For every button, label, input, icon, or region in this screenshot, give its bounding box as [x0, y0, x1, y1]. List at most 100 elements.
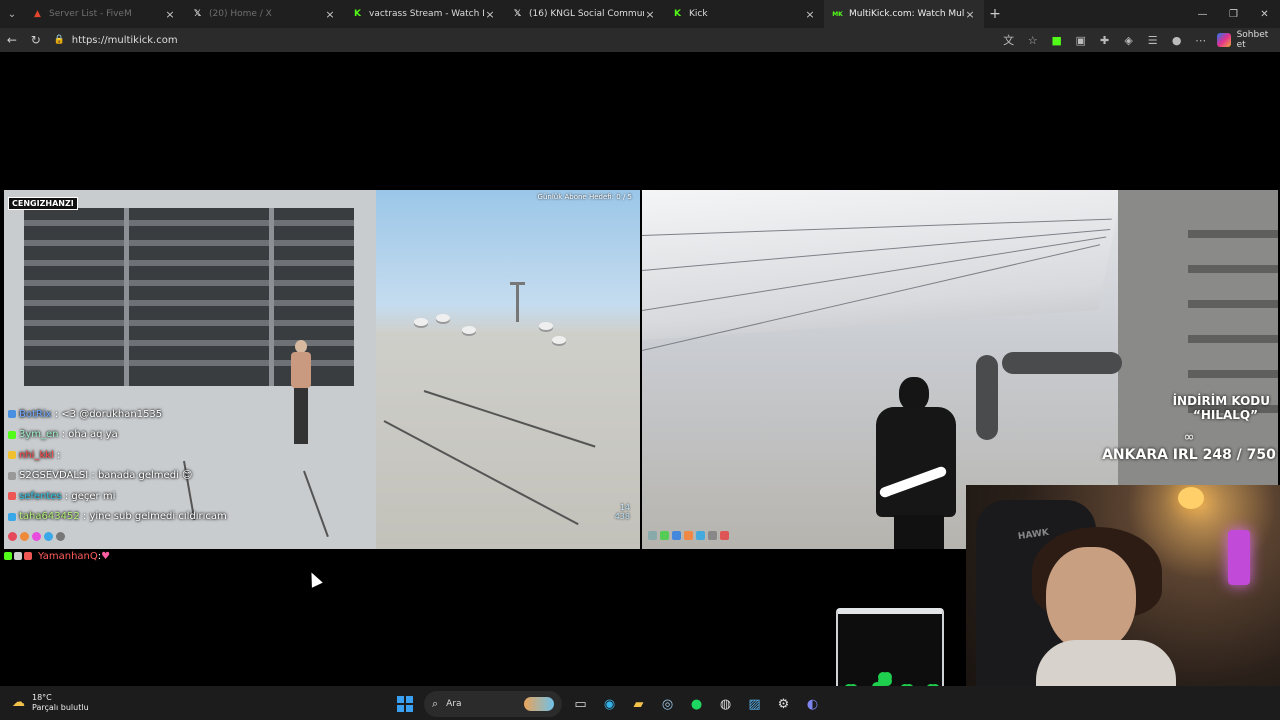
weather-condition: Parçalı bulutlu [32, 703, 89, 712]
x-icon: 𝕏 [513, 9, 522, 19]
partly-cloudy-icon: ☁ [12, 695, 25, 710]
tab-title: Kick [689, 9, 708, 19]
chat-separator: : [79, 511, 90, 523]
tab-close-icon[interactable]: × [644, 8, 656, 21]
address-url: https://multikick.com [71, 34, 178, 46]
new-tab-button[interactable]: + [984, 6, 1006, 22]
streamer-body [1036, 640, 1176, 686]
chat-message: nhi_kkl : [8, 445, 388, 466]
more-options-icon[interactable]: ⋯ [1189, 28, 1213, 52]
chat-badge-icon [8, 451, 16, 460]
weather-widget[interactable]: ☁ 18°C Parçalı bulutlu [12, 693, 89, 713]
search-placeholder: Ara [446, 699, 462, 709]
chat-username: taha643452 [19, 511, 80, 523]
back-button[interactable]: ← [0, 28, 24, 52]
tab-title: Server List - FiveM [49, 9, 132, 19]
tab-close-icon[interactable]: × [164, 8, 176, 21]
search-icon: ⌕ [432, 697, 439, 710]
stream-player-left[interactable]: CENGIZHANZI Günlük Abone Hedefi: 0 / 5 B… [4, 190, 640, 549]
browser-tab[interactable]: ▲ Server List - FiveM × [24, 0, 184, 28]
task-view-icon[interactable]: ▭ [566, 690, 595, 718]
refresh-button[interactable]: ↻ [24, 28, 48, 52]
browser-tab-strip: ⌄ ▲ Server List - FiveM × 𝕏 (20) Home / X × Kv… [0, 0, 1280, 28]
start-button[interactable] [394, 693, 416, 715]
search-highlight-icon [524, 697, 554, 711]
extensions-puzzle-icon[interactable]: ✚ [1093, 28, 1117, 52]
minimize-icon[interactable]: — [1187, 0, 1218, 28]
antenna-pole [516, 282, 519, 322]
chat-text: <3 @dorukhan1535 [61, 408, 163, 420]
chat-badge-icon [4, 552, 12, 560]
favorite-star-icon[interactable]: ☆ [1021, 28, 1045, 52]
chat-badge-icon [8, 512, 16, 521]
browser-tab[interactable]: K Kick × [664, 0, 824, 28]
chat-username: YamanhanQ [38, 550, 98, 562]
extension-icon[interactable]: ▣ [1069, 28, 1093, 52]
copilot-button[interactable]: Sohbet et [1216, 30, 1280, 50]
mouse-cursor-icon [306, 569, 323, 588]
temperature: 18°C [32, 693, 52, 702]
chat-badge-icon [24, 552, 32, 560]
sub-goal: Günlük Abone Hedefi: 0 / 5 [537, 193, 632, 201]
chat-message: S2GSEVDALSI : banada gelmedi 😊 [8, 466, 388, 487]
translate-icon[interactable]: 文 [997, 28, 1021, 52]
browser-tab[interactable]: Kvactrass Stream - Watch Live on Kick× [344, 0, 504, 28]
favorites-icon[interactable]: ☰ [1141, 28, 1165, 52]
tab-close-icon[interactable]: × [484, 8, 496, 21]
kick-icon: K [354, 9, 361, 19]
restore-icon[interactable]: ❐ [1218, 0, 1249, 28]
chat-badge-icon [8, 471, 16, 480]
photos-icon[interactable]: ▨ [740, 690, 769, 718]
edge-icon[interactable]: ◉ [595, 690, 624, 718]
chat-badge-icon [8, 430, 16, 439]
file-explorer-icon[interactable]: ▰ [624, 690, 653, 718]
stream-promo-overlay: İNDİRİM KODU “HILALQ” ∞ ANKARA IRL 248 /… [1098, 394, 1280, 463]
extension-kick-icon[interactable]: ■ [1045, 28, 1069, 52]
link-logo-icon: ∞ [1183, 430, 1195, 445]
channel-tag: CENGIZHANZI [8, 197, 78, 210]
copilot-label: Sohbet et [1236, 30, 1269, 50]
webcam-overlay: HAWK [966, 485, 1280, 686]
chat-separator: : [51, 408, 62, 420]
tab-close-icon[interactable]: × [804, 8, 816, 21]
chat-username: nhi_kkl [19, 449, 54, 461]
chat-line-below: YamanhanQ : ♥ [4, 549, 110, 563]
taskbar-search[interactable]: ⌕ Ara [424, 691, 562, 717]
desktop: ⌄ ▲ Server List - FiveM × 𝕏 (20) Home / X × Kv… [0, 0, 1280, 720]
browser-tab[interactable]: MK MultiKick.com: Watch Multiple Streams× [824, 0, 984, 28]
tab-close-icon[interactable]: × [964, 8, 976, 21]
site-info-icon[interactable]: 🔒 [54, 35, 68, 45]
discord-icon[interactable]: ◐ [798, 690, 827, 718]
profile-avatar[interactable]: ● [1165, 28, 1189, 52]
chat-username: sefentes [19, 490, 62, 502]
chat-separator: : [58, 429, 69, 441]
light-bulb [1178, 487, 1204, 509]
copilot-icon [1216, 33, 1231, 47]
address-bar[interactable]: 🔒 https://multikick.com [53, 30, 975, 50]
chat-badge-icon [14, 552, 22, 560]
settings-gear-icon[interactable]: ⚙ [769, 690, 798, 718]
viewer-count-badge: 14 438 [614, 503, 630, 521]
chat-badge-icon [8, 410, 16, 419]
browser-toolbar: ← ↻ 🔒 https://multikick.com 文 ☆ ■ ▣ ✚ ◈ … [0, 28, 1280, 52]
discount-code-value: “HILALQ” [1192, 408, 1258, 422]
chat-text: geçer mi [71, 490, 116, 502]
streamer-face [1046, 547, 1136, 652]
chat-emote-row [8, 532, 65, 541]
fivem-icon: ▲ [34, 9, 41, 19]
tab-close-icon[interactable]: × [324, 8, 336, 21]
rockstar-launcher-icon[interactable]: ◍ [711, 690, 740, 718]
tab-actions-menu-icon[interactable]: ⌄ [0, 0, 24, 28]
spotify-icon[interactable]: ● [682, 690, 711, 718]
x-icon: 𝕏 [193, 9, 202, 19]
kick-icon: K [674, 9, 681, 19]
browser-tab[interactable]: 𝕏 (20) Home / X × [184, 0, 344, 28]
chat-username: 3ym_en [19, 429, 59, 441]
steam-icon[interactable]: ◎ [653, 690, 682, 718]
browser-essentials-icon[interactable]: ◈ [1117, 28, 1141, 52]
heart-emote-icon: ♥ [101, 550, 111, 562]
browser-tab[interactable]: 𝕏 (16) KNGL Social Community / X× [504, 0, 664, 28]
tab-title: (16) KNGL Social Community / X [529, 9, 644, 19]
close-window-icon[interactable]: ✕ [1249, 0, 1280, 28]
discount-code-label: İNDİRİM KODU [1172, 394, 1270, 408]
